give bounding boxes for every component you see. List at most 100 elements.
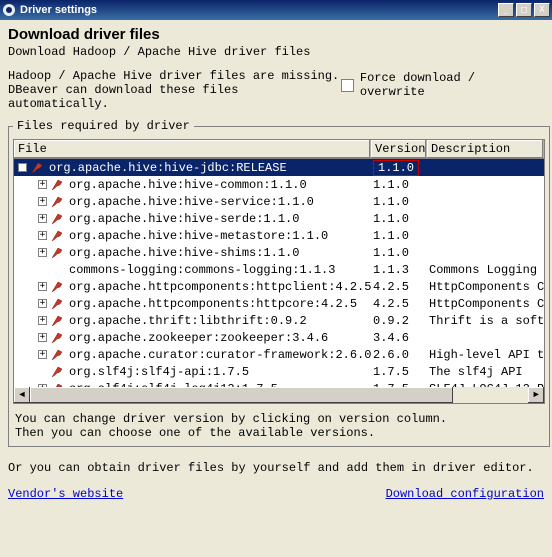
table-row[interactable]: + org.apache.hive:hive-common:1.1.0 1.1.0 bbox=[14, 176, 544, 193]
version-cell[interactable]: 1.1.3 bbox=[371, 263, 427, 277]
force-download-label: Force download / overwrite bbox=[360, 71, 544, 99]
expand-icon[interactable]: + bbox=[38, 197, 47, 206]
table-row[interactable]: - org.apache.hive:hive-jdbc:RELEASE 1.1.0 bbox=[14, 159, 544, 176]
version-cell[interactable]: 4.2.5 bbox=[371, 280, 427, 294]
files-legend: Files required by driver bbox=[13, 119, 194, 133]
description-cell: Thrift is a soft bbox=[427, 314, 544, 328]
file-cell: org.slf4j:slf4j-api:1.7.5 bbox=[14, 365, 371, 379]
file-name: org.apache.httpcomponents:httpclient:4.2… bbox=[69, 280, 371, 294]
file-cell: + org.apache.hive:hive-metastore:1.1.0 bbox=[14, 229, 371, 243]
force-download-checkbox[interactable] bbox=[341, 79, 354, 92]
window-title: Driver settings bbox=[20, 4, 498, 16]
expand-icon[interactable]: + bbox=[38, 180, 47, 189]
table-row[interactable]: org.slf4j:slf4j-api:1.7.51.7.5The slf4j … bbox=[14, 363, 544, 380]
table-row[interactable]: + org.apache.hive:hive-service:1.1.0 1.1.0 bbox=[14, 193, 544, 210]
missing-line-1: Hadoop / Apache Hive driver files are mi… bbox=[8, 69, 341, 83]
file-name: org.apache.hive:hive-serde:1.1.0 bbox=[69, 212, 299, 226]
expand-icon[interactable]: + bbox=[38, 333, 47, 342]
table-row[interactable]: + org.apache.httpcomponents:httpcore:4.2.… bbox=[14, 295, 544, 312]
description-cell: HttpComponents C bbox=[427, 280, 544, 294]
version-cell[interactable]: 1.1.0 bbox=[371, 178, 427, 192]
obtain-text: Or you can obtain driver files by yourse… bbox=[8, 461, 544, 475]
file-name: org.apache.curator:curator-framework:2.6… bbox=[69, 348, 371, 362]
file-name: org.apache.httpcomponents:httpcore:4.2.5 bbox=[69, 297, 357, 311]
page-subtitle: Download Hadoop / Apache Hive driver fil… bbox=[8, 45, 544, 59]
vendor-website-link[interactable]: Vendor's website bbox=[8, 487, 123, 501]
col-version[interactable]: Version bbox=[371, 140, 427, 158]
feather-icon bbox=[51, 349, 65, 361]
download-configuration-link[interactable]: Download configuration bbox=[386, 487, 544, 501]
file-cell: + org.apache.hive:hive-common:1.1.0 bbox=[14, 178, 371, 192]
feather-icon bbox=[51, 196, 65, 208]
version-cell[interactable]: 1.1.0 bbox=[371, 212, 427, 226]
file-cell: - org.apache.hive:hive-jdbc:RELEASE bbox=[14, 161, 371, 175]
col-file[interactable]: File bbox=[14, 140, 371, 158]
hint-line-2: Then you can choose one of the available… bbox=[15, 426, 543, 440]
version-cell[interactable]: 4.2.5 bbox=[371, 297, 427, 311]
feather-icon bbox=[51, 213, 65, 225]
table-row[interactable]: + org.apache.hive:hive-serde:1.1.0 1.1.0 bbox=[14, 210, 544, 227]
table-row[interactable]: + org.apache.hive:hive-shims:1.1.0 1.1.0 bbox=[14, 244, 544, 261]
file-cell: + org.apache.hive:hive-service:1.1.0 bbox=[14, 195, 371, 209]
expand-icon[interactable]: + bbox=[38, 248, 47, 257]
feather-icon bbox=[51, 315, 65, 327]
table-row[interactable]: + org.apache.curator:curator-framework:2.… bbox=[14, 346, 544, 363]
file-cell: + org.apache.zookeeper:zookeeper:3.4.6 bbox=[14, 331, 371, 345]
version-cell[interactable]: 1.1.0 bbox=[371, 229, 427, 243]
expand-icon[interactable]: + bbox=[38, 231, 47, 240]
file-name: org.apache.hive:hive-service:1.1.0 bbox=[69, 195, 314, 209]
file-cell: + org.apache.curator:curator-framework:2.… bbox=[14, 348, 371, 362]
file-name: org.apache.zookeeper:zookeeper:3.4.6 bbox=[69, 331, 328, 345]
horizontal-scrollbar[interactable]: ◄ ► bbox=[14, 387, 544, 403]
file-cell: commons-logging:commons-logging:1.1.3 bbox=[14, 263, 371, 277]
scroll-thumb[interactable] bbox=[30, 387, 453, 403]
table-row[interactable]: commons-logging:commons-logging:1.1.31.1… bbox=[14, 261, 544, 278]
version-cell[interactable]: 0.9.2 bbox=[371, 314, 427, 328]
expand-icon[interactable]: + bbox=[38, 214, 47, 223]
force-download-option[interactable]: Force download / overwrite bbox=[341, 71, 544, 99]
table-row[interactable]: + org.apache.thrift:libthrift:0.9.2 0.9.2T… bbox=[14, 312, 544, 329]
grid-header: File Version Description bbox=[14, 140, 544, 159]
close-button[interactable]: X bbox=[534, 3, 550, 17]
version-cell[interactable]: 2.6.0 bbox=[371, 348, 427, 362]
file-name: org.apache.hive:hive-metastore:1.1.0 bbox=[69, 229, 328, 243]
scroll-track[interactable] bbox=[30, 387, 528, 403]
file-name: org.apache.hive:hive-common:1.1.0 bbox=[69, 178, 307, 192]
file-name: org.apache.hive:hive-jdbc:RELEASE bbox=[49, 161, 287, 175]
version-cell[interactable]: 3.4.6 bbox=[371, 331, 427, 345]
files-fieldset: Files required by driver File Version De… bbox=[8, 119, 550, 447]
expand-icon[interactable]: + bbox=[38, 282, 47, 291]
col-description[interactable]: Description bbox=[427, 140, 544, 158]
expand-icon[interactable]: + bbox=[38, 350, 47, 359]
file-name: org.slf4j:slf4j-api:1.7.5 bbox=[69, 365, 249, 379]
minimize-button[interactable]: _ bbox=[498, 3, 514, 17]
title-bar: Driver settings _ □ X bbox=[0, 0, 552, 20]
feather-icon bbox=[51, 230, 65, 242]
file-name: org.apache.thrift:libthrift:0.9.2 bbox=[69, 314, 307, 328]
page-title: Download driver files bbox=[8, 26, 544, 43]
description-cell: Commons Logging bbox=[427, 263, 544, 277]
description-cell: HttpComponents C bbox=[427, 297, 544, 311]
hint-line-1: You can change driver version by clickin… bbox=[15, 412, 543, 426]
version-cell[interactable]: 1.7.5 bbox=[371, 365, 427, 379]
expand-icon[interactable]: + bbox=[38, 316, 47, 325]
version-cell[interactable]: 1.1.0 bbox=[371, 160, 427, 176]
collapse-icon[interactable]: - bbox=[18, 163, 27, 172]
file-name: org.apache.hive:hive-shims:1.1.0 bbox=[69, 246, 299, 260]
scroll-right-button[interactable]: ► bbox=[528, 387, 544, 403]
feather-icon bbox=[51, 366, 65, 378]
table-row[interactable]: + org.apache.httpcomponents:httpclient:4.… bbox=[14, 278, 544, 295]
table-row[interactable]: + org.apache.zookeeper:zookeeper:3.4.6 3.4… bbox=[14, 329, 544, 346]
version-cell[interactable]: 1.1.0 bbox=[371, 195, 427, 209]
files-grid: File Version Description - org.apache.hiv… bbox=[13, 139, 545, 404]
feather-icon bbox=[51, 332, 65, 344]
grid-body: -org.apache.hive:hive-jdbc:RELEASE1.1.0+… bbox=[14, 159, 544, 397]
maximize-button[interactable]: □ bbox=[516, 3, 532, 17]
description-cell: High-level API t bbox=[427, 348, 544, 362]
scroll-left-button[interactable]: ◄ bbox=[14, 387, 30, 403]
version-hint: You can change driver version by clickin… bbox=[13, 410, 545, 442]
version-cell[interactable]: 1.1.0 bbox=[371, 246, 427, 260]
file-cell: + org.apache.hive:hive-serde:1.1.0 bbox=[14, 212, 371, 226]
expand-icon[interactable]: + bbox=[38, 299, 47, 308]
table-row[interactable]: + org.apache.hive:hive-metastore:1.1.0 1.1… bbox=[14, 227, 544, 244]
